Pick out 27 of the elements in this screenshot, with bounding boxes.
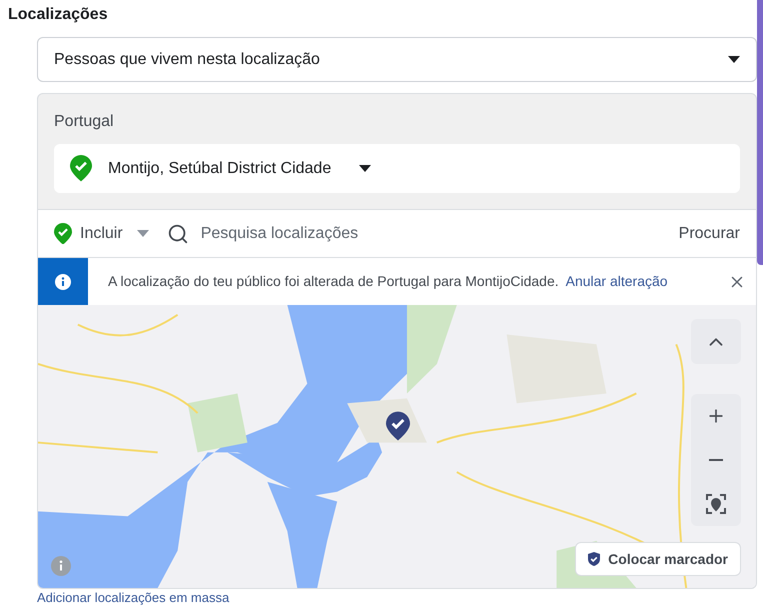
check-pin-icon bbox=[54, 222, 72, 244]
caret-icon bbox=[728, 56, 740, 64]
section-title: Localizações bbox=[8, 5, 109, 25]
caret-icon bbox=[136, 230, 149, 238]
search-field[interactable]: Pesquisa localizações bbox=[200, 222, 679, 246]
check-pin-icon bbox=[70, 155, 92, 182]
minus-icon bbox=[709, 459, 723, 461]
country-label: Portugal bbox=[54, 112, 115, 132]
shield-check-icon bbox=[588, 552, 600, 566]
caret-icon bbox=[359, 164, 372, 172]
zoom-in-button[interactable] bbox=[691, 394, 741, 438]
search-icon bbox=[166, 222, 189, 244]
include-dropdown[interactable]: Incluir bbox=[54, 222, 149, 246]
search-button[interactable]: Procurar bbox=[678, 222, 740, 246]
location-chip[interactable]: Montijo, Setúbal District Cidade bbox=[54, 144, 740, 193]
audience-dropdown[interactable]: Pessoas que vivem nesta localização bbox=[37, 37, 757, 82]
map-pin-icon bbox=[386, 411, 410, 441]
location-name: Montijo, Setúbal District Cidade bbox=[108, 158, 332, 178]
undo-link[interactable]: Anular alteração bbox=[566, 271, 668, 292]
locate-button[interactable] bbox=[691, 482, 741, 526]
map-info-icon[interactable] bbox=[51, 556, 71, 576]
locate-icon bbox=[705, 493, 727, 515]
info-icon bbox=[55, 274, 71, 290]
place-marker-button[interactable]: Colocar marcador bbox=[575, 542, 741, 576]
bulk-add-link[interactable]: Adicionar localizações em massa bbox=[37, 590, 230, 606]
scrollbar-thumb[interactable] bbox=[757, 0, 763, 265]
banner-message: A localização do teu público foi alterada de Portugal para MontijoCidade. bbox=[108, 272, 559, 291]
